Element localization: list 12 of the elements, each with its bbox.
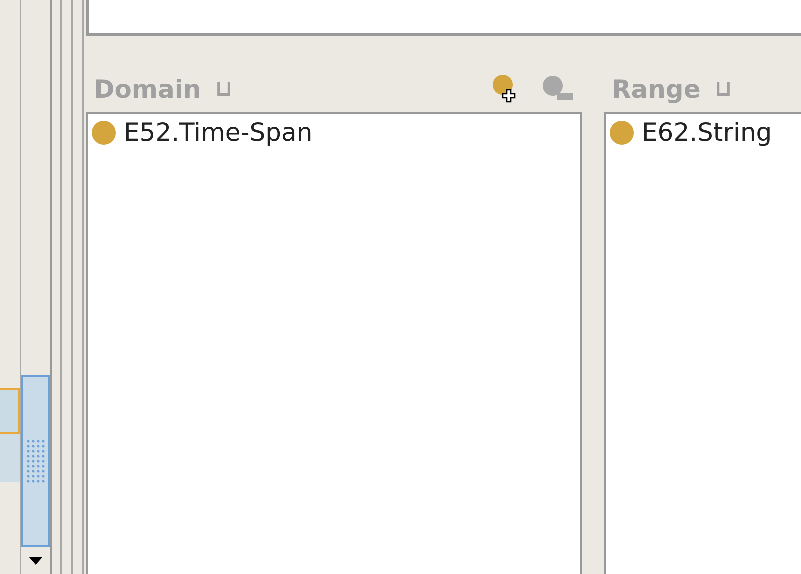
scrollbar[interactable] <box>20 0 52 574</box>
domain-label: Domain <box>94 74 202 104</box>
range-label: Range <box>612 74 701 104</box>
class-name[interactable]: E52.Time-Span <box>124 118 313 147</box>
scrollbar-thumb[interactable] <box>21 375 50 547</box>
union-symbol: ⊔ <box>714 76 732 102</box>
down-arrow-icon <box>28 557 42 565</box>
class-name[interactable]: E62.String <box>642 118 772 147</box>
list-row[interactable] <box>0 434 20 482</box>
union-symbol: ⊔ <box>215 76 233 102</box>
circle-minus-icon <box>542 75 574 103</box>
list-row[interactable] <box>0 388 20 434</box>
